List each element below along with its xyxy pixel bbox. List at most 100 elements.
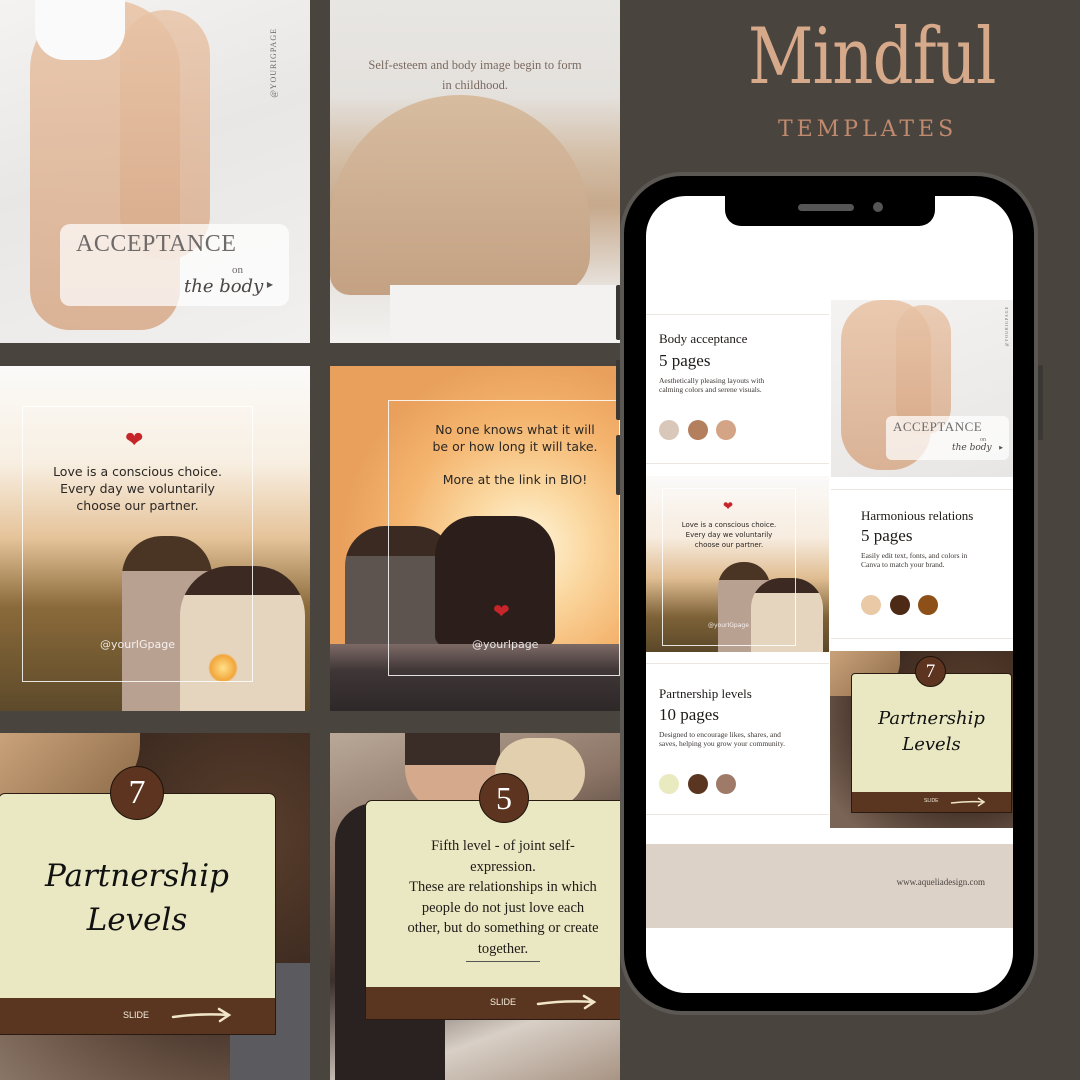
arrow-right-icon xyxy=(171,1007,232,1023)
text-line: These are relationships in which xyxy=(409,879,597,895)
desc-line: saves, helping you grow your community. xyxy=(659,739,785,748)
product-body-acceptance[interactable]: Body acceptance 5 pages Aesthetically pl… xyxy=(646,314,829,464)
text-line: in childhood. xyxy=(442,78,508,92)
quote-line: choose our partner. xyxy=(694,541,764,549)
slide-bar: SLIDE xyxy=(852,792,1011,812)
slide-bar[interactable]: SLIDE xyxy=(0,998,275,1034)
heart-icon: ❤ xyxy=(723,499,734,513)
product-name: Body acceptance xyxy=(659,331,748,346)
product-pages: 5 pages xyxy=(659,351,711,370)
ig-handle: @YOURIGPAGE xyxy=(1004,306,1009,347)
color-swatch xyxy=(659,420,679,440)
photo-top xyxy=(35,0,125,60)
color-swatch xyxy=(688,420,708,440)
color-swatch xyxy=(918,595,938,615)
quote-line: More at the link in BIO! xyxy=(442,472,588,487)
phone-notch xyxy=(725,196,935,226)
slide-label: SLIDE xyxy=(490,997,517,1007)
partnership-card: Partnership Levels SLIDE xyxy=(0,793,276,1035)
mini-acceptance-preview[interactable]: @YOURIGPAGE ACCEPTANCE on the body ▶ xyxy=(831,300,1013,477)
quote-line: Every day we voluntarily xyxy=(685,531,773,539)
speaker-icon xyxy=(798,204,854,211)
brand-title: Mindful xyxy=(748,12,996,102)
title-line: Partnership xyxy=(45,858,229,894)
fifth-level-text: Fifth level - of joint self- expression.… xyxy=(366,836,620,959)
product-pages: 5 pages xyxy=(861,526,913,545)
love-quote: Love is a conscious choice. Every day we… xyxy=(662,520,796,550)
mini-partnership-preview[interactable]: Partnership Levels SLIDE 7 xyxy=(830,651,1013,828)
no-one-knows-template-tile[interactable]: No one knows what it will be or how long… xyxy=(330,366,620,711)
love-choice-template-tile[interactable]: ❤ Love is a conscious choice. Every day … xyxy=(0,366,310,711)
slide-label: SLIDE xyxy=(924,798,939,804)
title-line: Levels xyxy=(902,734,961,755)
fifth-level-template-tile[interactable]: Fifth level - of joint self- expression.… xyxy=(330,733,620,1080)
self-esteem-text: Self-esteem and body image begin to form… xyxy=(330,55,620,95)
acceptance-title: ACCEPTANCE xyxy=(893,419,983,434)
acceptance-template-tile[interactable]: @YOURIGPAGE ACCEPTANCE on the body ▶ xyxy=(0,0,310,343)
color-swatch xyxy=(716,420,736,440)
partnership-levels-template-tile[interactable]: Partnership Levels SLIDE 7 xyxy=(0,733,310,1080)
acceptance-script: the body xyxy=(952,443,992,453)
text-line: people do not just love each xyxy=(421,899,585,916)
product-description: Easily edit text, fonts, and colors in C… xyxy=(861,551,967,569)
product-description: Aesthetically pleasing layouts with calm… xyxy=(659,376,764,394)
arrow-right-icon xyxy=(536,994,597,1010)
acceptance-caption-card: ACCEPTANCE on the body ▶ xyxy=(60,224,289,306)
phone-side-button xyxy=(1038,365,1043,440)
slide-bar[interactable]: SLIDE xyxy=(366,987,620,1019)
color-swatch xyxy=(716,774,736,794)
phone-mockup: Body acceptance 5 pages Aesthetically pl… xyxy=(620,172,1038,1015)
mini-love-preview[interactable]: ❤ Love is a conscious choice. Every day … xyxy=(646,476,829,652)
acceptance-caption-card: ACCEPTANCE on the body ▶ xyxy=(886,416,1009,460)
level-number-badge: 7 xyxy=(915,656,946,687)
quote-line: Every day we voluntarily xyxy=(60,481,215,496)
product-description: Designed to encourage likes, shares, and… xyxy=(659,730,785,748)
level-number-badge: 7 xyxy=(110,766,164,820)
brand-subtitle: TEMPLATES xyxy=(778,117,958,142)
desc-line: Easily edit text, fonts, and colors in xyxy=(861,551,968,560)
text-line: other, but do something or create xyxy=(407,920,599,936)
product-pages: 10 pages xyxy=(659,705,719,724)
color-swatch xyxy=(659,774,679,794)
product-name: Partnership levels xyxy=(659,686,752,701)
fifth-level-card: Fifth level - of joint self- expression.… xyxy=(365,800,620,1020)
partnership-card: Partnership Levels SLIDE xyxy=(851,673,1012,813)
text-line: expression. xyxy=(470,858,536,875)
footer-band: www.aqueliadesign.com xyxy=(646,844,1013,928)
desc-line: Aesthetically pleasing layouts with xyxy=(659,376,765,385)
text-line: together. xyxy=(477,940,529,957)
desc-line: calming colors and serene visuals. xyxy=(659,385,762,394)
desc-line: Canva to match your brand. xyxy=(861,560,945,569)
level-number-badge: 5 xyxy=(479,773,529,823)
partnership-title: Partnership Levels xyxy=(0,854,275,942)
product-name: Harmonious relations xyxy=(861,508,974,523)
acceptance-script: the body xyxy=(184,276,264,297)
self-esteem-template-tile[interactable]: Self-esteem and body image begin to form… xyxy=(330,0,620,343)
play-arrow-icon[interactable]: ▶ xyxy=(267,280,273,289)
love-quote: Love is a conscious choice. Every day we… xyxy=(22,463,253,514)
photo-knee xyxy=(120,10,210,260)
color-swatch xyxy=(861,595,881,615)
arrow-right-icon xyxy=(950,797,986,807)
heart-icon: ❤ xyxy=(493,601,510,623)
desc-line: Designed to encourage likes, shares, and xyxy=(659,730,781,739)
website-link[interactable]: www.aqueliadesign.com xyxy=(897,877,985,887)
product-partnership-levels[interactable]: Partnership levels 10 pages Designed to … xyxy=(646,663,829,815)
product-harmonious-relations[interactable]: Harmonious relations 5 pages Easily edit… xyxy=(831,489,1013,639)
heart-icon: ❤ xyxy=(125,427,144,452)
phone-screen[interactable]: Body acceptance 5 pages Aesthetically pl… xyxy=(646,196,1013,993)
photo-bed xyxy=(390,285,620,343)
photo-body xyxy=(330,95,590,295)
ig-handle: @yourIGpage xyxy=(100,638,175,651)
acceptance-title: ACCEPTANCE xyxy=(76,231,237,257)
acceptance-on: on xyxy=(232,264,243,276)
slide-label: SLIDE xyxy=(123,1010,150,1020)
quote-line: be or how long it will take. xyxy=(432,439,598,454)
ig-handle: @yourIpage xyxy=(472,638,539,651)
text-line: Self-esteem and body image begin to form xyxy=(368,58,582,72)
quote-line: No one knows what it will xyxy=(435,422,595,437)
ig-handle: @YOURIGPAGE xyxy=(269,28,278,98)
no-one-knows-quote: No one knows what it will be or how long… xyxy=(410,421,620,488)
quote-line: Love is a conscious choice. xyxy=(681,521,777,529)
camera-icon xyxy=(873,202,883,212)
